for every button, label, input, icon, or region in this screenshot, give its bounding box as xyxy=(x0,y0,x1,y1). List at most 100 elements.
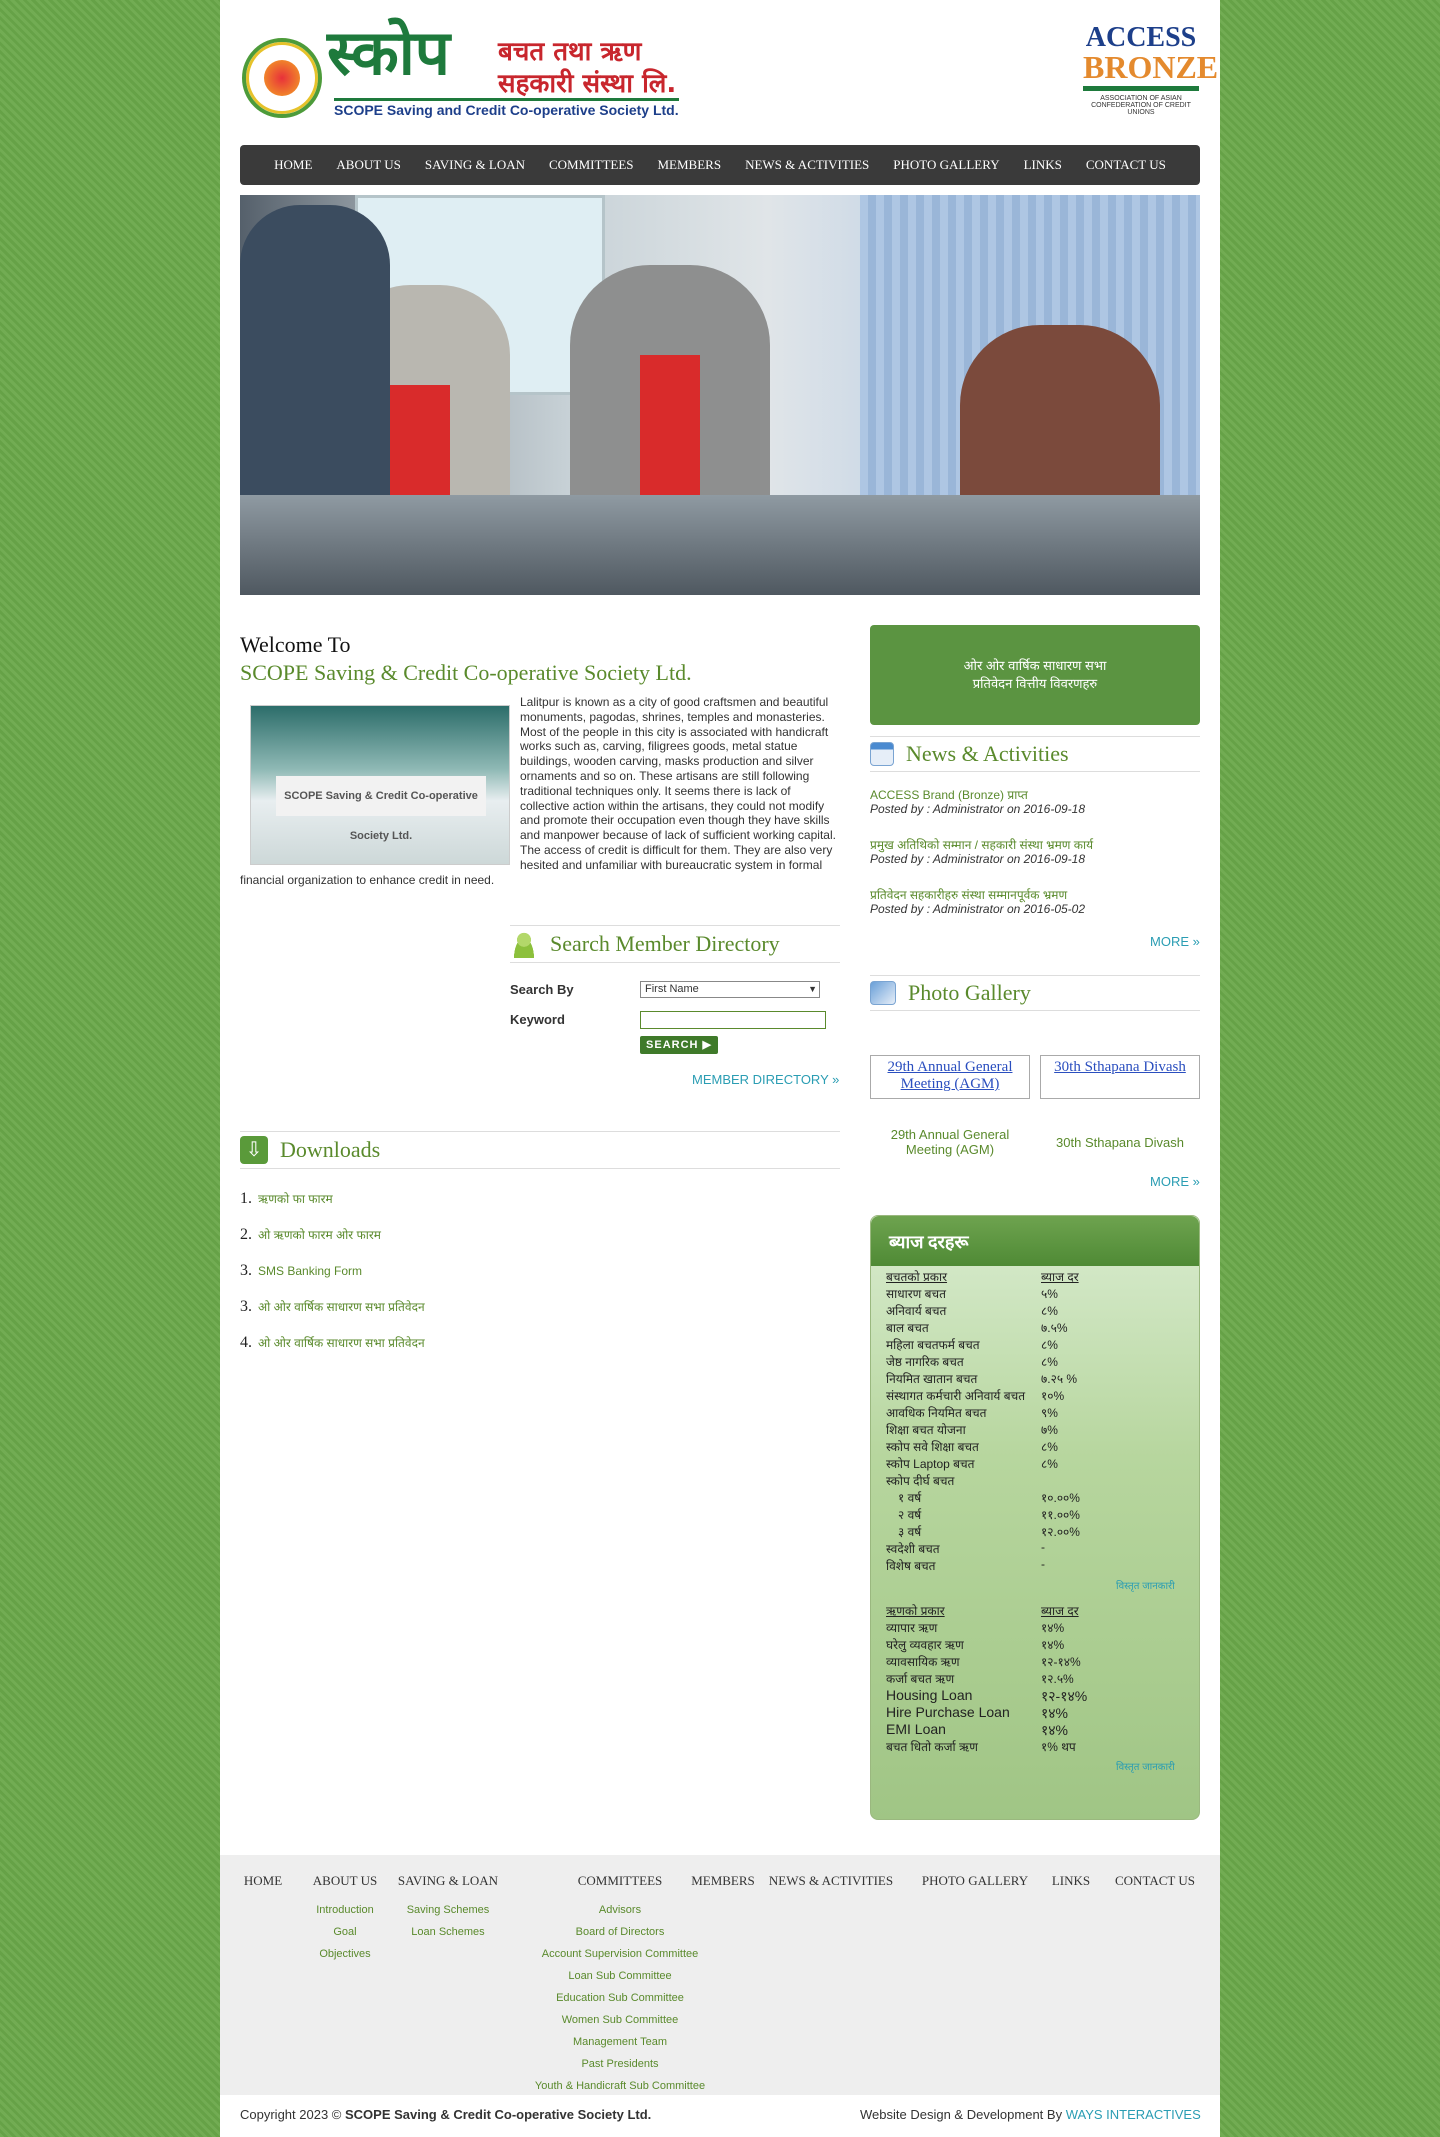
search-directory-title: Search Member Directory xyxy=(550,931,780,956)
footer-heading-link[interactable]: PHOTO GALLERY xyxy=(915,1873,1035,1889)
search-button[interactable]: SEARCH ▶ xyxy=(640,1036,718,1054)
loan-header-row: ऋणको प्रकार ब्याज दर xyxy=(886,1602,1186,1619)
nav-members[interactable]: MEMBERS xyxy=(646,157,734,173)
rate-value: १२.००% xyxy=(1041,1525,1080,1539)
gallery-more-link[interactable]: MORE » xyxy=(1150,1174,1200,1189)
nav-links[interactable]: LINKS xyxy=(1012,157,1074,173)
rate-label: आवधिक नियमित बचत xyxy=(886,1406,987,1420)
footer-sub-link[interactable]: Youth & Handicraft Sub Committee xyxy=(510,2075,730,2097)
download-link[interactable]: SMS Banking Form xyxy=(258,1264,362,1278)
badge-line-3: ASSOCIATION OF ASIAN CONFEDERATION OF CR… xyxy=(1091,95,1191,116)
rate-label: विशेष बचत xyxy=(886,1559,936,1573)
loan-rate-row: व्यावसायिक ऋण १२-१४% xyxy=(886,1653,1186,1670)
rate-value: १४% xyxy=(1041,1638,1065,1652)
download-item: 3. SMS Banking Form xyxy=(240,1262,363,1279)
footer: HOME ABOUT US Introduction Goal Objectives SA… xyxy=(220,1855,1220,2095)
footer-sub-link[interactable]: Management Team xyxy=(510,2031,730,2053)
downloads-heading: Downloads xyxy=(240,1131,840,1169)
savings-detail-link[interactable]: विस्तृत जानकारी xyxy=(1116,1578,1175,1592)
footer-heading-link[interactable]: SAVING & LOAN xyxy=(393,1873,503,1889)
downloads-title: Downloads xyxy=(280,1137,381,1162)
news-item-posted: Posted by : Administrator on 2016-09-18 xyxy=(870,852,1086,866)
footer-heading-link[interactable]: ABOUT US xyxy=(305,1873,385,1889)
nav-photo-gallery[interactable]: PHOTO GALLERY xyxy=(881,157,1011,173)
logo-subtitle-1: बचत तथा ऋण xyxy=(498,37,642,67)
savings-rate-row: १ वर्ष १०.००% xyxy=(886,1489,1186,1506)
rate-label: ऋणको प्रकार xyxy=(886,1604,945,1618)
savings-rate-row: साधारण बचत ५% xyxy=(886,1285,1186,1302)
nav-committees[interactable]: COMMITTEES xyxy=(537,157,646,173)
news-item-title[interactable]: प्रतिवेदन सहकारीहरु संस्था सम्मानपूर्वक … xyxy=(870,886,1067,903)
nav-contact-us[interactable]: CONTACT US xyxy=(1074,157,1178,173)
keyword-input[interactable] xyxy=(640,1011,826,1029)
notice-box[interactable]: ओर ओर वार्षिक साधारण सभा प्रतिवेदन वित्त… xyxy=(870,625,1200,725)
rate-label: ३ वर्ष xyxy=(898,1525,922,1539)
news-item-title[interactable]: प्रमुख अतिथिको सम्मान / सहकारी संस्था भ्… xyxy=(870,836,1093,853)
footer-heading-link[interactable]: HOME xyxy=(243,1873,283,1889)
download-link[interactable]: ओ ओर वार्षिक साधारण सभा प्रतिवेदन xyxy=(258,1300,425,1314)
savings-rate-row: महिला बचतफर्म बचत ८% xyxy=(886,1336,1186,1353)
footer-sub-link[interactable]: Board of Directors xyxy=(510,1921,730,1943)
footer-sub-link[interactable]: Advisors xyxy=(510,1899,730,1921)
search-by-select[interactable]: First Name xyxy=(640,981,820,998)
footer-sub-link[interactable]: Loan Sub Committee xyxy=(510,1965,730,1987)
gallery-caption[interactable]: 30th Sthapana Divash xyxy=(1040,1135,1200,1150)
rate-value: ८% xyxy=(1041,1304,1058,1318)
gallery-thumbnail[interactable]: 29th Annual General Meeting (AGM) xyxy=(870,1055,1030,1099)
footer-column: PHOTO GALLERY xyxy=(915,1873,1035,1899)
loan-detail-link[interactable]: विस्तृत जानकारी xyxy=(1116,1759,1175,1773)
rate-value: ८% xyxy=(1041,1440,1058,1454)
gallery-icon xyxy=(870,981,896,1005)
savings-rate-row: संस्थागत कर्मचारी अनिवार्य बचत १०% xyxy=(886,1387,1186,1404)
member-directory-link[interactable]: MEMBER DIRECTORY » xyxy=(692,1072,839,1087)
download-item: 4. ओ ओर वार्षिक साधारण सभा प्रतिवेदन xyxy=(240,1334,425,1351)
footer-column: HOME xyxy=(243,1873,283,1899)
footer-sub-link[interactable]: Introduction xyxy=(305,1899,385,1921)
badge-line-1: ACCESS xyxy=(1085,22,1197,53)
nav-news-activities[interactable]: NEWS & ACTIVITIES xyxy=(733,157,881,173)
developer-link[interactable]: WAYS INTERACTIVES xyxy=(1066,2107,1201,2122)
site-logo[interactable]: स्कोप बचत तथा ऋण सहकारी संस्था लि. SCOPE… xyxy=(242,18,682,123)
footer-heading-link[interactable]: MEMBERS xyxy=(683,1873,763,1889)
rate-value: ८% xyxy=(1041,1338,1058,1352)
footer-sub-link[interactable]: Education Sub Committee xyxy=(510,1987,730,2009)
access-bronze-badge: ACCESS BRONZE ASSOCIATION OF ASIAN CONFE… xyxy=(1083,22,1218,124)
news-title: News & Activities xyxy=(906,741,1069,766)
rate-value: ७% xyxy=(1041,1423,1058,1437)
rate-label: जेष्ठ नागरिक बचत xyxy=(886,1355,964,1369)
footer-sub-link[interactable]: Loan Schemes xyxy=(393,1921,503,1943)
rate-label: १ वर्ष xyxy=(898,1491,922,1505)
rate-value: १२.५% xyxy=(1041,1672,1074,1686)
nav-saving-loan[interactable]: SAVING & LOAN xyxy=(413,157,537,173)
nav-about-us[interactable]: ABOUT US xyxy=(324,157,412,173)
gallery-thumbnail[interactable]: 30th Sthapana Divash xyxy=(1040,1055,1200,1099)
photo-gallery-title: Photo Gallery xyxy=(908,980,1031,1005)
footer-sub-link[interactable]: Past Presidents xyxy=(510,2053,730,2075)
savings-rate-row: जेष्ठ नागरिक बचत ८% xyxy=(886,1353,1186,1370)
nav-home[interactable]: HOME xyxy=(262,157,324,173)
rate-value: १२-१४% xyxy=(1041,1655,1081,1669)
savings-rate-row: ३ वर्ष १२.००% xyxy=(886,1523,1186,1540)
footer-sub-link[interactable]: Saving Schemes xyxy=(393,1899,503,1921)
footer-column: NEWS & ACTIVITIES xyxy=(761,1873,901,1899)
gallery-caption[interactable]: 29th Annual General Meeting (AGM) xyxy=(870,1127,1030,1157)
footer-heading-link[interactable]: LINKS xyxy=(1046,1873,1096,1889)
footer-sub-link[interactable]: Objectives xyxy=(305,1943,385,1965)
footer-heading-link[interactable]: CONTACT US xyxy=(1110,1873,1200,1889)
footer-heading-link[interactable]: NEWS & ACTIVITIES xyxy=(761,1873,901,1889)
footer-column: MEMBERS xyxy=(683,1873,763,1899)
footer-sub-link[interactable]: Women Sub Committee xyxy=(510,2009,730,2031)
rate-label: स्कोप सवे शिक्षा बचत xyxy=(886,1440,979,1454)
footer-column: SAVING & LOAN Saving Schemes Loan Schemes xyxy=(393,1873,503,1943)
download-link[interactable]: ओ ओर वार्षिक साधारण सभा प्रतिवेदन xyxy=(258,1336,425,1350)
download-link[interactable]: ओ ऋणको फारम ओर फारम xyxy=(258,1228,381,1242)
office-sign: SCOPE Saving & Credit Co-operative Socie… xyxy=(276,776,486,842)
download-link[interactable]: ऋणको फा फारम xyxy=(258,1192,333,1206)
news-more-link[interactable]: MORE » xyxy=(1150,934,1200,949)
rate-value: ९% xyxy=(1041,1406,1058,1420)
footer-sub-link[interactable]: Goal xyxy=(305,1921,385,1943)
rate-value: - xyxy=(1041,1540,1045,1554)
news-item-title[interactable]: ACCESS Brand (Bronze) प्राप्त xyxy=(870,786,1028,803)
footer-sub-link[interactable]: Account Supervision Committee xyxy=(510,1943,730,1965)
hero-banner-image xyxy=(240,195,1200,595)
